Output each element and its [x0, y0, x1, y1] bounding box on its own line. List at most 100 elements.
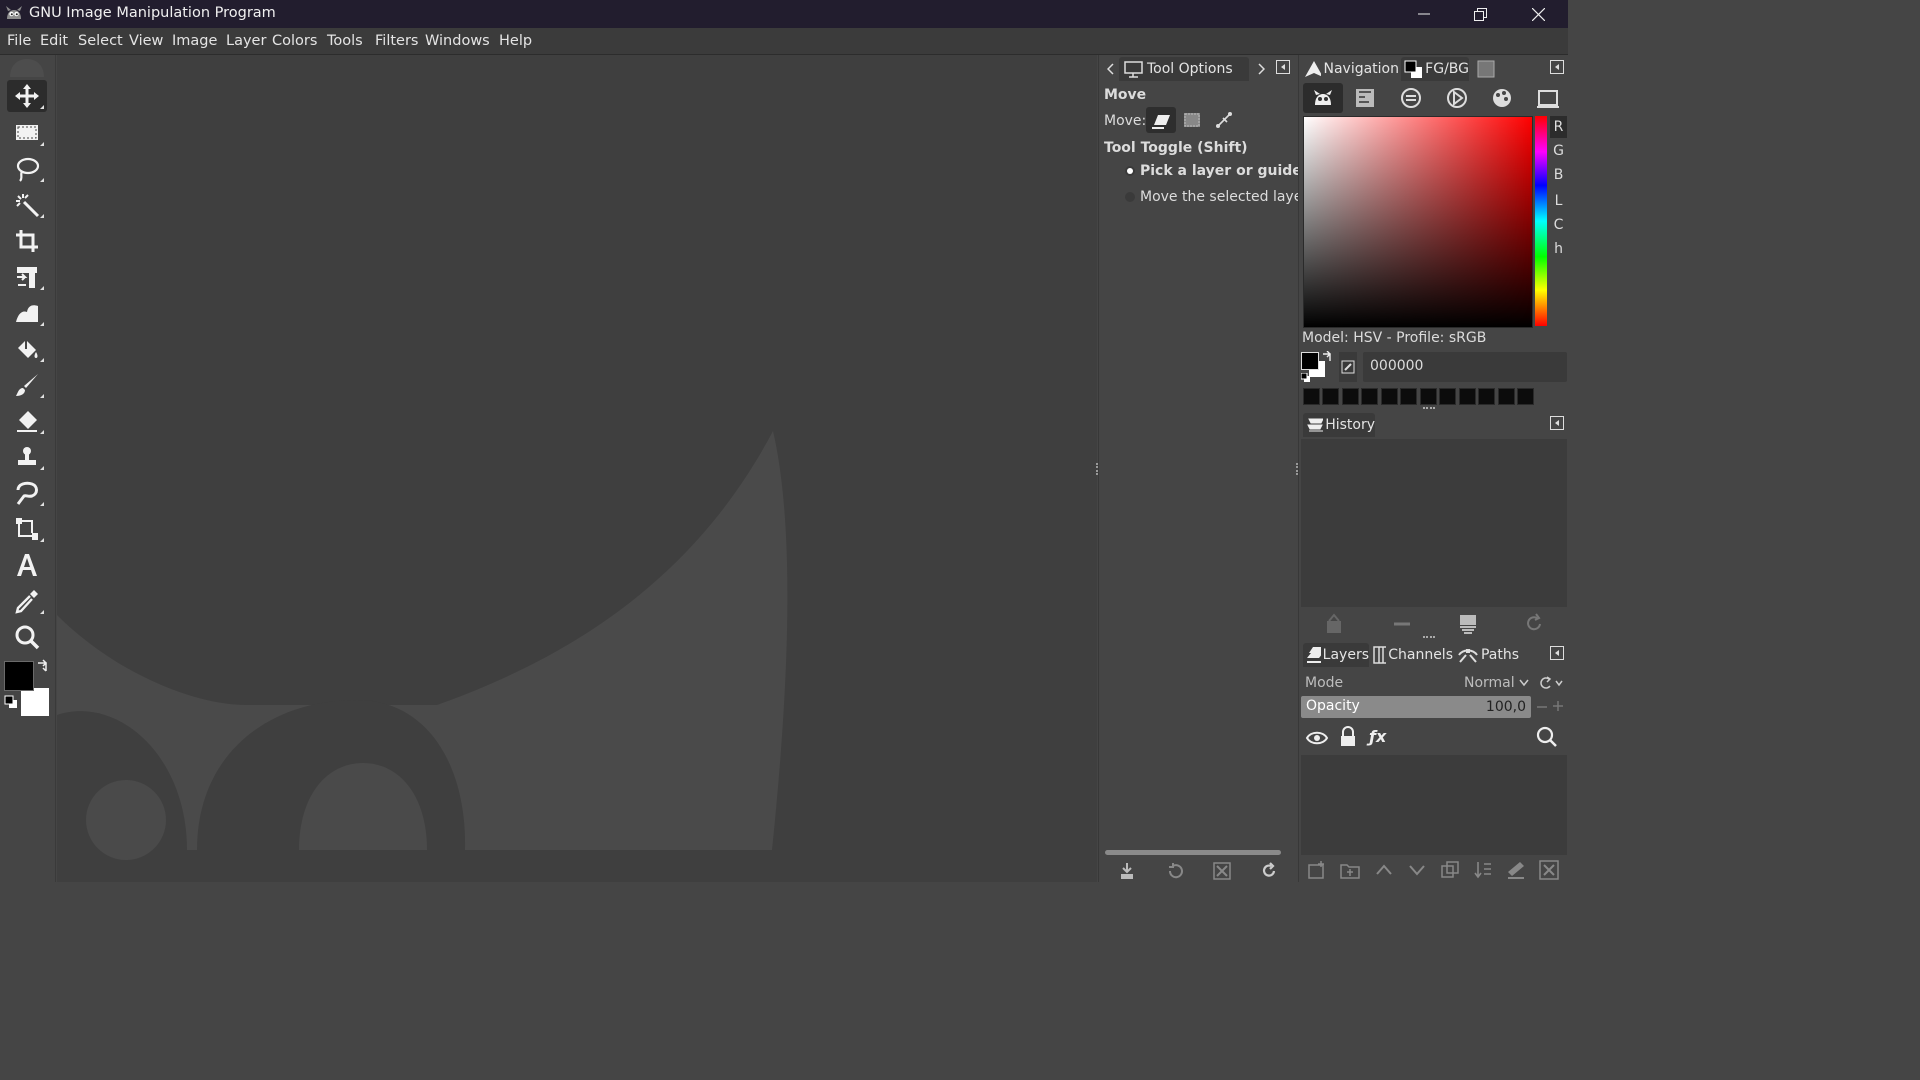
wilber-drop-area[interactable]: [4, 55, 50, 77]
free-select-tool[interactable]: [7, 153, 47, 185]
color-history-swatch[interactable]: [1303, 388, 1320, 405]
fx-icon[interactable]: ƒx: [1369, 727, 1386, 746]
history-list[interactable]: [1301, 439, 1567, 607]
color-history-swatch[interactable]: [1517, 388, 1534, 405]
layer-mode-select[interactable]: Mode Normal: [1301, 671, 1533, 695]
channel-l-button[interactable]: L: [1550, 190, 1567, 212]
menu-colors[interactable]: Colors: [272, 33, 317, 49]
palette-selector-icon[interactable]: [1491, 87, 1513, 109]
raise-layer-icon[interactable]: [1374, 860, 1394, 880]
delete-preset-icon[interactable]: [1213, 862, 1231, 880]
left-dock-resize-handle[interactable]: [1096, 463, 1101, 475]
eraser-tool[interactable]: [7, 405, 47, 437]
watercolor-selector-icon[interactable]: [1400, 87, 1422, 109]
reset-options-icon[interactable]: [1260, 862, 1278, 880]
scales-selector-icon[interactable]: [1536, 87, 1560, 109]
swap-colors-icon[interactable]: [36, 659, 50, 673]
smudge-tool[interactable]: [7, 477, 47, 509]
menu-layer[interactable]: Layer: [226, 33, 266, 49]
dock-menu-icon[interactable]: [1550, 416, 1564, 430]
radio-pick-layer[interactable]: Pick a layer or guide: [1124, 163, 1302, 179]
menu-edit[interactable]: Edit: [40, 33, 68, 49]
layers-list[interactable]: [1301, 755, 1567, 855]
dock-fg-swatch[interactable]: [1301, 352, 1319, 370]
tab-extra[interactable]: [1473, 57, 1499, 81]
chevron-left-icon[interactable]: [1107, 63, 1115, 75]
menu-tools[interactable]: Tools: [327, 33, 363, 49]
default-colors-icon[interactable]: [4, 695, 18, 709]
foreground-color-swatch[interactable]: [4, 661, 34, 691]
tab-history[interactable]: History: [1303, 413, 1375, 437]
tab-navigation[interactable]: Navigation: [1303, 57, 1399, 81]
warp-transform-tool[interactable]: [7, 297, 47, 329]
color-history-swatch[interactable]: [1381, 388, 1398, 405]
restore-preset-icon[interactable]: [1166, 862, 1184, 880]
undo-icon[interactable]: [1323, 613, 1345, 635]
layer-mode-switch[interactable]: [1537, 671, 1567, 695]
decrease-icon[interactable]: [1536, 702, 1548, 712]
fuzzy-select-tool[interactable]: [7, 189, 47, 221]
tool-options-scrollbar[interactable]: [1105, 850, 1281, 855]
color-history-swatch[interactable]: [1478, 388, 1495, 405]
paths-tool[interactable]: [7, 513, 47, 545]
radio-move-selected-layer[interactable]: Move the selected layer: [1124, 189, 1308, 205]
color-history-swatch[interactable]: [1459, 388, 1476, 405]
clone-tool[interactable]: [7, 441, 47, 473]
opacity-slider[interactable]: Opacity 100,0: [1301, 696, 1531, 718]
menu-view[interactable]: View: [129, 33, 163, 49]
lock-icon[interactable]: [1339, 726, 1357, 748]
text-tool[interactable]: [7, 549, 47, 581]
color-history-swatch[interactable]: [1342, 388, 1359, 405]
menu-filters[interactable]: Filters: [375, 33, 418, 49]
channel-h-button[interactable]: h: [1550, 238, 1567, 260]
eye-icon[interactable]: [1305, 729, 1329, 747]
channel-r-button[interactable]: R: [1550, 116, 1567, 138]
color-picker-tool[interactable]: [7, 585, 47, 617]
dock-menu-icon[interactable]: [1276, 60, 1290, 74]
tab-channels[interactable]: Channels: [1373, 643, 1453, 667]
hex-color-input[interactable]: 000000: [1363, 352, 1567, 382]
clear-history-icon[interactable]: [1457, 613, 1479, 635]
tab-paths[interactable]: Paths: [1457, 643, 1519, 667]
unified-transform-tool[interactable]: [7, 261, 47, 293]
lower-layer-icon[interactable]: [1407, 860, 1427, 880]
color-history-swatch[interactable]: [1400, 388, 1417, 405]
menu-windows[interactable]: Windows: [425, 33, 490, 49]
channel-c-button[interactable]: C: [1550, 214, 1567, 236]
increase-icon[interactable]: [1552, 700, 1564, 712]
menu-file[interactable]: File: [7, 33, 31, 49]
channel-g-button[interactable]: G: [1550, 140, 1567, 162]
minimize-button[interactable]: [1396, 0, 1452, 28]
search-icon[interactable]: [1536, 726, 1558, 748]
new-layer-icon[interactable]: [1307, 860, 1327, 880]
image-canvas[interactable]: [57, 55, 1097, 882]
color-history-swatch[interactable]: [1361, 388, 1378, 405]
chevron-right-icon[interactable]: [1257, 63, 1265, 75]
move-tool[interactable]: [7, 80, 47, 112]
tab-tool-options[interactable]: Tool Options: [1119, 57, 1249, 81]
close-window-button[interactable]: [1510, 0, 1566, 28]
new-layer-group-icon[interactable]: [1340, 860, 1360, 880]
color-history-swatch[interactable]: [1322, 388, 1339, 405]
move-selection-toggle[interactable]: [1179, 107, 1205, 133]
tab-fg-bg[interactable]: FG/BG: [1401, 57, 1469, 81]
hue-slider[interactable]: [1535, 116, 1547, 326]
channel-b-button[interactable]: B: [1550, 164, 1567, 186]
restore-button[interactable]: [1452, 0, 1508, 28]
color-picker-button[interactable]: [1339, 352, 1357, 382]
tab-layers[interactable]: Layers: [1303, 643, 1369, 667]
add-mask-icon[interactable]: [1506, 860, 1526, 880]
dock-menu-icon[interactable]: [1550, 60, 1564, 74]
cmyk-selector-icon[interactable]: [1355, 88, 1377, 108]
dock-menu-icon[interactable]: [1550, 646, 1564, 660]
duplicate-layer-icon[interactable]: [1440, 860, 1460, 880]
bucket-fill-tool[interactable]: [7, 333, 47, 365]
color-history-swatch[interactable]: [1420, 388, 1437, 405]
crop-tool[interactable]: [7, 225, 47, 257]
save-preset-icon[interactable]: [1119, 862, 1135, 880]
menu-select[interactable]: Select: [78, 33, 123, 49]
redo-icon[interactable]: [1391, 613, 1413, 635]
refresh-icon[interactable]: [1523, 613, 1545, 635]
background-color-swatch[interactable]: [21, 688, 49, 716]
gimp-selector-button[interactable]: [1303, 83, 1343, 113]
